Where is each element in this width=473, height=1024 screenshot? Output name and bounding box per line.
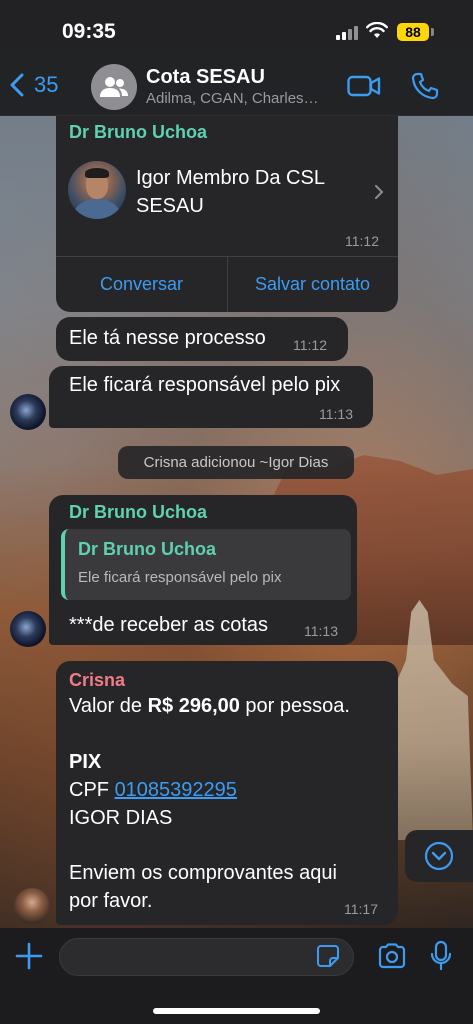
message-time: 11:12 (293, 337, 327, 353)
quoted-message[interactable]: Dr Bruno Uchoa Ele ficará responsável pe… (61, 529, 351, 600)
contact-card-message: Dr Bruno Uchoa Igor Membro Da CSL SESAU … (56, 116, 398, 312)
home-indicator (153, 1008, 320, 1014)
message-time: 11:12 (345, 233, 379, 249)
sender-avatar[interactable] (10, 611, 46, 647)
save-contact-button[interactable]: Salvar contato (227, 257, 398, 312)
message-time: 11:13 (319, 406, 353, 422)
message-time: 11:13 (304, 623, 338, 639)
sender-name[interactable]: Dr Bruno Uchoa (69, 502, 207, 523)
camera-icon[interactable] (377, 943, 407, 969)
message-text: ***de receber as cotas (69, 614, 269, 636)
message-text-line: Enviem os comprovantes aqui (69, 862, 337, 884)
contact-name[interactable]: Igor Membro Da CSL SESAU (136, 164, 356, 220)
contact-avatar[interactable] (68, 161, 126, 219)
chevron-right-icon[interactable] (374, 184, 384, 200)
sender-avatar[interactable] (10, 394, 46, 430)
unread-count: 35 (34, 72, 59, 97)
chat-title[interactable]: Cota SESAU (146, 66, 265, 89)
wifi-icon (366, 22, 388, 38)
scroll-to-bottom-button[interactable] (405, 830, 473, 882)
battery-tip (431, 28, 434, 36)
message-bubble[interactable]: Ele ficará responsável pelo pix 11:13 (49, 366, 373, 428)
signal-icon (336, 26, 358, 40)
message-bubble[interactable]: Crisna Valor de R$ 296,00 por pessoa. PI… (56, 661, 398, 925)
cpf-link[interactable]: 01085392295 (115, 779, 237, 801)
group-icon (100, 77, 128, 97)
group-avatar[interactable] (91, 64, 137, 110)
status-time: 09:35 (62, 20, 116, 43)
message-time: 11:17 (344, 901, 378, 917)
sender-avatar[interactable] (14, 888, 50, 924)
battery-indicator: 88 (397, 23, 429, 41)
sender-name[interactable]: Dr Bruno Uchoa (69, 122, 207, 143)
chat-header: 09:35 88 35 Cota SESAU Adilma, CGAN, Cha… (0, 0, 473, 116)
video-call-icon[interactable] (347, 75, 381, 97)
message-text: Ele tá nesse processo (69, 327, 266, 349)
chevron-left-icon (10, 73, 24, 97)
conversar-button[interactable]: Conversar (56, 257, 227, 312)
back-button[interactable]: 35 (10, 72, 58, 98)
chevron-down-circle-icon (424, 841, 454, 871)
message-text-line: PIX (69, 751, 102, 773)
sender-name[interactable]: Crisna (69, 670, 125, 691)
message-text-line: Valor de R$ 296,00 por pessoa. (69, 695, 350, 717)
message-text-line: CPF 01085392295 (69, 779, 237, 801)
message-input[interactable] (59, 938, 354, 976)
plus-icon[interactable] (14, 941, 44, 971)
system-message: Crisna adicionou ~Igor Dias (118, 446, 354, 479)
chat-participants[interactable]: Adilma, CGAN, Charles… (146, 90, 319, 107)
message-text: Ele ficará responsável pelo pix (69, 374, 341, 396)
phone-call-icon[interactable] (411, 72, 439, 100)
message-input-bar (0, 928, 473, 1024)
sticker-icon[interactable] (316, 944, 340, 968)
microphone-icon[interactable] (430, 940, 452, 972)
quoted-sender: Dr Bruno Uchoa (78, 539, 217, 559)
message-bubble[interactable]: Dr Bruno Uchoa Dr Bruno Uchoa Ele ficará… (49, 495, 357, 645)
message-text-line: por favor. (69, 890, 153, 912)
message-bubble[interactable]: Ele tá nesse processo 11:12 (56, 317, 348, 361)
message-text-line: IGOR DIAS (69, 807, 173, 829)
quoted-text: Ele ficará responsável pelo pix (78, 569, 282, 586)
